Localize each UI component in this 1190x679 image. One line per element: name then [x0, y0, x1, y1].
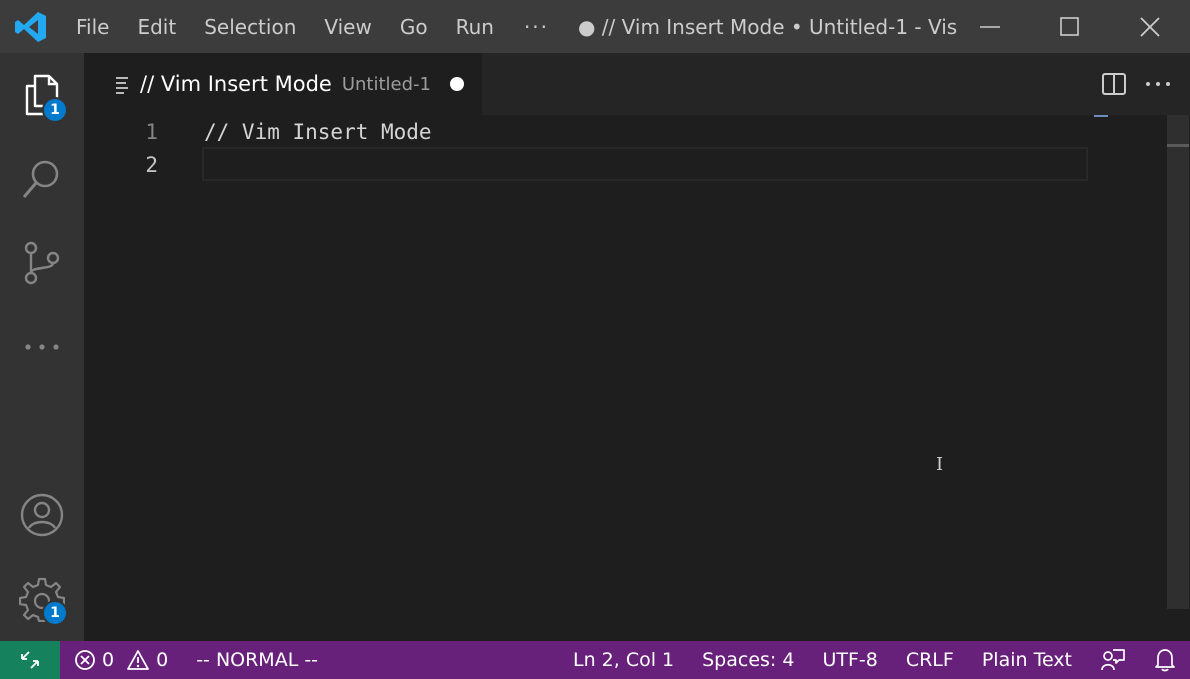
line-number: 2: [145, 153, 158, 177]
maximize-icon: [1060, 16, 1079, 36]
encoding-status[interactable]: UTF-8: [808, 641, 891, 679]
unsaved-dot-icon[interactable]: [450, 77, 464, 91]
status-bar: 0 0 -- NORMAL -- Ln 2, Col 1 Spaces: 4 U…: [0, 641, 1190, 679]
remote-indicator-button[interactable]: [0, 641, 60, 679]
menu-file[interactable]: File: [62, 0, 123, 53]
editor-tabs-bar: // Vim Insert Mode Untitled-1: [84, 53, 1190, 115]
code-line[interactable]: // Vim Insert Mode: [204, 115, 432, 149]
warning-count: 0: [156, 649, 169, 671]
remote-icon: [21, 651, 39, 669]
problems-status[interactable]: 0 0: [60, 641, 182, 679]
activity-bar: 1 1: [0, 53, 84, 641]
manage-gear-icon[interactable]: 1: [0, 557, 84, 641]
mouse-ibeam-icon: I: [936, 454, 944, 475]
close-icon: [1140, 16, 1160, 37]
menu-more-button[interactable]: ···: [508, 0, 565, 53]
menu-go[interactable]: Go: [386, 0, 442, 53]
bell-icon: [1155, 649, 1175, 672]
line-number: 1: [145, 120, 158, 144]
minimap-slider[interactable]: [1094, 115, 1108, 117]
close-button[interactable]: [1110, 0, 1190, 53]
editor-area[interactable]: 1 // Vim Insert Mode 2 I: [84, 115, 1190, 641]
error-count: 0: [102, 649, 115, 671]
error-icon: [75, 650, 95, 670]
menu-selection[interactable]: Selection: [190, 0, 310, 53]
minimize-icon: [980, 25, 1000, 28]
vim-mode-status: -- NORMAL --: [196, 649, 319, 671]
source-control-icon[interactable]: [0, 221, 84, 305]
search-icon[interactable]: [0, 137, 84, 221]
text-file-icon: [116, 77, 128, 94]
indentation-status[interactable]: Spaces: 4: [688, 641, 808, 679]
explorer-icon[interactable]: 1: [0, 53, 84, 137]
cursor-position-status[interactable]: Ln 2, Col 1: [559, 641, 688, 679]
feedback-icon: [1101, 649, 1125, 671]
menu-run[interactable]: Run: [442, 0, 508, 53]
minimize-button[interactable]: [950, 0, 1030, 53]
more-views-icon[interactable]: [0, 305, 84, 389]
settings-badge: 1: [42, 600, 68, 626]
vscode-logo-icon: [0, 0, 62, 53]
split-editor-icon: [1102, 73, 1126, 95]
tab-description: Untitled-1: [341, 73, 431, 95]
language-mode-status[interactable]: Plain Text: [968, 641, 1086, 679]
scrollbar-cursor-marker: [1167, 144, 1189, 147]
feedback-button[interactable]: [1086, 641, 1140, 679]
vertical-scrollbar[interactable]: [1167, 115, 1189, 609]
split-editor-button[interactable]: [1092, 62, 1136, 106]
more-actions-button[interactable]: [1136, 62, 1180, 106]
menu-view[interactable]: View: [310, 0, 385, 53]
maximize-button[interactable]: [1030, 0, 1110, 53]
current-line-highlight: [202, 147, 1088, 181]
editor-actions: [1092, 53, 1180, 115]
notifications-button[interactable]: [1140, 641, 1190, 679]
warning-icon: [127, 650, 149, 670]
tab-label: // Vim Insert Mode: [140, 72, 332, 96]
explorer-badge: 1: [42, 97, 68, 123]
editor-tab[interactable]: // Vim Insert Mode Untitled-1: [84, 53, 482, 115]
ellipsis-icon: [1146, 82, 1170, 86]
window-controls: [950, 0, 1190, 53]
title-bar: File Edit Selection View Go Run ··· ● //…: [0, 0, 1190, 53]
accounts-icon[interactable]: [0, 473, 84, 557]
menu-edit[interactable]: Edit: [123, 0, 190, 53]
window-title: ● // Vim Insert Mode • Untitled-1 - Vis.…: [578, 14, 958, 39]
end-of-line-status[interactable]: CRLF: [892, 641, 968, 679]
